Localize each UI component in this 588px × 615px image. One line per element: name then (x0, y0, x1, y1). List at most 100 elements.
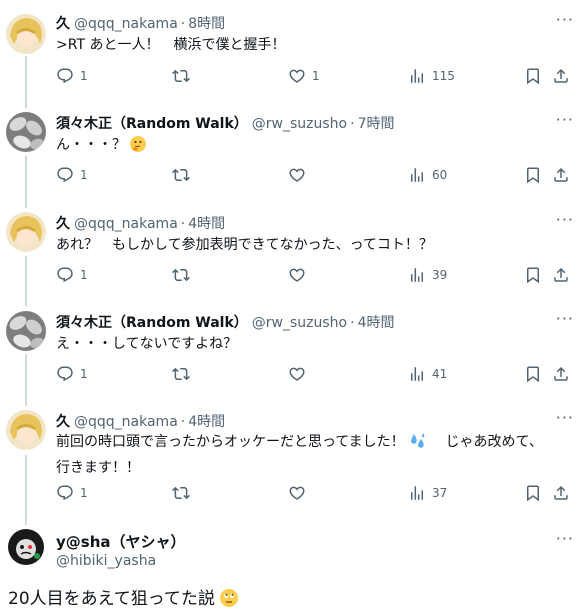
reply-button[interactable]: 1 (56, 67, 88, 85)
author-handle[interactable]: @qqq_nakama (74, 414, 178, 430)
retweet-button[interactable] (172, 484, 196, 502)
views-button[interactable]: 115 (408, 67, 455, 85)
avatar[interactable] (6, 527, 46, 567)
author-name[interactable]: 久 (56, 13, 70, 33)
avatar[interactable] (6, 112, 46, 152)
author-name[interactable]: 須々木正（Random Walk） (56, 113, 248, 133)
tweet-header: 久 @qqq_nakama · 8時間 (56, 13, 225, 33)
reply-count: 1 (80, 168, 88, 182)
tweet-header: 久 @qqq_nakama · 4時間 (56, 411, 225, 431)
bookmark-icon (524, 166, 542, 184)
timestamp[interactable]: 4時間 (188, 213, 225, 233)
retweet-button[interactable] (172, 166, 196, 184)
like-button[interactable] (288, 484, 312, 502)
bookmark-button[interactable] (524, 484, 542, 502)
bookmark-button[interactable] (524, 365, 542, 383)
views-count: 41 (432, 367, 448, 381)
avatar[interactable] (6, 14, 46, 54)
author-handle[interactable]: @qqq_nakama (74, 216, 178, 232)
timestamp[interactable]: 4時間 (188, 411, 225, 431)
tweet-text: ん・・・？ (56, 134, 566, 156)
more-options-button[interactable]: ··· (556, 408, 574, 427)
like-icon (288, 365, 306, 383)
reply-button[interactable]: 1 (56, 365, 88, 383)
like-icon (288, 166, 306, 184)
bookmark-icon (524, 67, 542, 85)
share-button[interactable] (552, 266, 570, 284)
author-name[interactable]: 久 (56, 411, 70, 431)
reply-icon (56, 484, 74, 502)
tweet-text: 前回の時口頭で言ったからオッケーだと思ってました！ じゃあ改めて、 行きます！！ (56, 431, 566, 479)
tweet-header: 久 @qqq_nakama · 4時間 (56, 213, 225, 233)
views-count: 39 (432, 268, 448, 282)
tweet-actions: 1 39 (52, 266, 572, 290)
share-icon (552, 365, 570, 383)
views-icon (408, 166, 426, 184)
share-button[interactable] (552, 365, 570, 383)
avatar[interactable] (6, 212, 46, 252)
timestamp[interactable]: 8時間 (188, 13, 225, 33)
more-options-button[interactable]: ··· (556, 210, 574, 229)
more-options-button[interactable]: ··· (556, 309, 574, 328)
views-button[interactable]: 41 (408, 365, 447, 383)
bookmark-button[interactable] (524, 266, 542, 284)
like-button[interactable] (288, 266, 312, 284)
more-options-button[interactable]: ··· (556, 10, 574, 29)
author-handle[interactable]: @rw_suzusho (252, 116, 347, 132)
retweet-icon (172, 266, 190, 284)
author-name[interactable]: 須々木正（Random Walk） (56, 312, 248, 332)
author-name[interactable]: y@sha（ヤシャ） (56, 531, 186, 552)
retweet-icon (172, 166, 190, 184)
tweet-actions: 1 1 115 (52, 67, 572, 91)
views-button[interactable]: 60 (408, 166, 447, 184)
thinking-face-icon (130, 136, 147, 152)
share-button[interactable] (552, 166, 570, 184)
reply-count: 1 (80, 486, 88, 500)
tweet-text-line: じゃあ改めて、 (431, 434, 543, 450)
tweet-header: 須々木正（Random Walk） @rw_suzusho · 7時間 (56, 113, 395, 133)
retweet-button[interactable] (172, 67, 196, 85)
bookmark-icon (524, 484, 542, 502)
like-button[interactable] (288, 166, 312, 184)
avatar[interactable] (6, 410, 46, 450)
tweet-text-line: 前回の時口頭で言ったからオッケーだと思ってました！ (56, 434, 405, 450)
author-handle[interactable]: @qqq_nakama (74, 16, 178, 32)
author-name[interactable]: 久 (56, 213, 70, 233)
tweet-text-line: 行きます！！ (56, 460, 140, 476)
timestamp[interactable]: 4時間 (358, 312, 395, 332)
views-button[interactable]: 39 (408, 266, 447, 284)
bookmark-button[interactable] (524, 166, 542, 184)
reply-count: 1 (80, 69, 88, 83)
like-count: 1 (312, 69, 320, 83)
retweet-button[interactable] (172, 365, 196, 383)
tweet-text: あれ？ もしかして参加表明できてなかった、ってコト！？ (56, 237, 433, 253)
reply-button[interactable]: 1 (56, 484, 88, 502)
tweet-text: >RT あと一人！ 横浜で僕と握手！ (56, 37, 286, 53)
reply-button[interactable]: 1 (56, 166, 88, 184)
share-button[interactable] (552, 67, 570, 85)
like-button[interactable] (288, 365, 312, 383)
author-handle[interactable]: @rw_suzusho (252, 315, 347, 331)
timestamp[interactable]: 7時間 (358, 113, 395, 133)
like-button[interactable]: 1 (288, 67, 320, 85)
separator-dot: · (180, 414, 186, 430)
more-options-button[interactable]: ··· (556, 110, 574, 129)
views-icon (408, 484, 426, 502)
more-options-button[interactable]: ··· (556, 529, 574, 548)
views-button[interactable]: 37 (408, 484, 447, 502)
separator-dot: · (180, 216, 186, 232)
retweet-button[interactable] (172, 266, 196, 284)
share-icon (552, 166, 570, 184)
bookmark-icon (524, 266, 542, 284)
share-icon (552, 266, 570, 284)
share-button[interactable] (552, 484, 570, 502)
author-handle[interactable]: @hibiki_yasha (56, 553, 156, 569)
tweet-actions: 1 60 (52, 166, 572, 190)
views-icon (408, 67, 426, 85)
reply-button[interactable]: 1 (56, 266, 88, 284)
separator-dot: · (180, 16, 186, 32)
bookmark-button[interactable] (524, 67, 542, 85)
avatar[interactable] (6, 311, 46, 351)
bookmark-icon (524, 365, 542, 383)
like-icon (288, 67, 306, 85)
